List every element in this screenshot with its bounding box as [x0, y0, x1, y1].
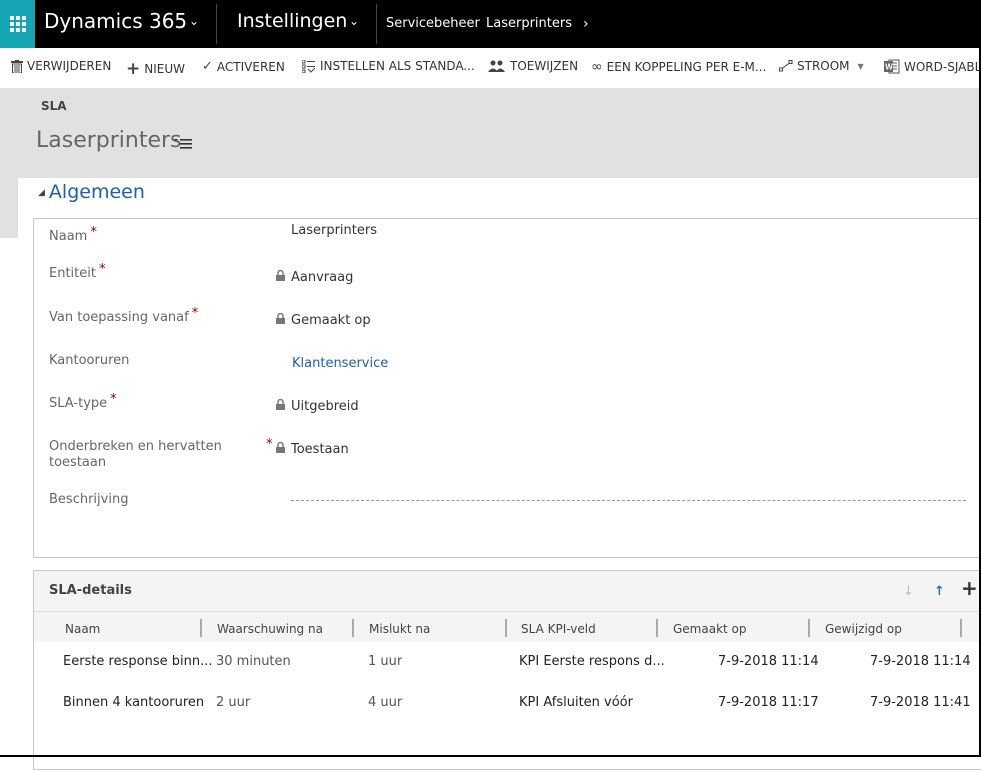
set-default-icon: [302, 59, 316, 73]
field-value-naam[interactable]: Laserprinters: [291, 223, 377, 238]
field-label-kantooruren: Kantooruren: [49, 353, 130, 368]
column-resize-handle[interactable]: [656, 619, 658, 637]
breadcrumb-laserprinters[interactable]: Laserprinters: [486, 16, 572, 31]
divider: [216, 4, 217, 44]
column-resize-handle[interactable]: [200, 619, 202, 637]
required-indicator: *: [110, 392, 117, 407]
checkmark-icon: ✓: [202, 59, 213, 74]
column-resize-handle[interactable]: [960, 619, 962, 637]
field-label-beschrijving: Beschrijving: [49, 492, 129, 507]
general-section: [33, 218, 981, 558]
cell-sla-kpi-veld: KPI Afsluiten vóór: [519, 695, 633, 710]
email-link-button[interactable]: ∞ EEN KOPPELING PER E-M...: [591, 59, 766, 75]
plus-icon: +: [126, 59, 141, 79]
required-indicator: *: [266, 437, 273, 452]
field-value-kantooruren-link[interactable]: Klantenservice: [292, 356, 388, 371]
top-navigation-bar: Dynamics 365 ⌄ Instellingen ⌄ Servicebeh…: [0, 0, 981, 48]
cell-sla-kpi-veld: KPI Eerste respons d...: [519, 654, 665, 669]
cell-gemaakt-op: 7-9-2018 11:14: [718, 654, 819, 669]
field-value-onderbreken-en-hervatten: Toestaan: [291, 442, 349, 457]
column-header-gemaakt-op[interactable]: Gemaakt op: [673, 622, 747, 636]
new-label: NIEUW: [144, 62, 185, 76]
field-value-van-toepassing-vanaf: Gemaakt op: [291, 313, 371, 328]
cell-waarschuwing-na: 2 uur: [216, 695, 251, 710]
field-label-onderbreken-en-hervatten: Onderbreken en hervatten toestaan: [49, 439, 222, 470]
cell-gemaakt-op: 7-9-2018 11:17: [718, 695, 819, 710]
cell-naam[interactable]: Eerste response binn...: [63, 654, 212, 669]
assign-button[interactable]: TOEWIJZEN: [488, 59, 578, 73]
collapse-triangle-icon: ◢: [38, 188, 45, 198]
cell-mislukt-na: 1 uur: [368, 654, 403, 669]
divider: [376, 4, 377, 44]
record-title: Laserprinters: [36, 128, 182, 153]
cell-mislukt-na: 4 uur: [368, 695, 403, 710]
add-record-plus-icon[interactable]: +: [961, 576, 978, 600]
move-up-arrow-icon[interactable]: ↑: [934, 584, 945, 599]
column-header-mislukt-na[interactable]: Mislukt na: [369, 622, 430, 636]
activate-button[interactable]: ✓ ACTIVEREN: [202, 59, 285, 74]
column-resize-handle[interactable]: [808, 619, 810, 637]
set-as-default-button[interactable]: INSTELLEN ALS STANDA...: [302, 59, 475, 73]
delete-button[interactable]: VERWIJDEREN: [11, 59, 111, 73]
word-templates-button[interactable]: W WORD-SJABLO: [884, 59, 981, 74]
cell-waarschuwing-na: 30 minuten: [216, 654, 291, 669]
flow-button[interactable]: STROOM ▼: [779, 59, 864, 73]
field-label-sla-type: SLA-type *: [49, 392, 117, 411]
link-icon: ∞: [591, 59, 603, 75]
required-indicator: *: [98, 262, 106, 277]
column-header-gewijzigd-op[interactable]: Gewijzigd op: [825, 622, 902, 636]
column-resize-handle[interactable]: [352, 619, 354, 637]
field-input-beschrijving[interactable]: [291, 500, 966, 501]
svg-text:W: W: [885, 63, 893, 72]
field-label-van-toepassing-vanaf: Van toepassing vanaf *: [49, 306, 199, 325]
flow-icon: [779, 60, 793, 72]
cell-naam[interactable]: Binnen 4 kantooruren: [63, 695, 204, 710]
lock-icon: [276, 442, 285, 453]
column-resize-handle[interactable]: [505, 619, 507, 637]
assign-icon: [488, 60, 505, 72]
waffle-icon: [9, 16, 26, 32]
left-strip: [0, 178, 18, 238]
dropdown-caret-icon: ▼: [857, 61, 864, 71]
chevron-right-icon[interactable]: ›: [583, 16, 589, 32]
form-selector-icon[interactable]: [174, 136, 192, 150]
activate-label: ACTIVEREN: [216, 59, 285, 74]
section-title: Algemeen: [48, 181, 145, 203]
subgrid-title: SLA-details: [49, 583, 132, 598]
word-templates-label: WORD-SJABLO: [904, 59, 981, 74]
trash-icon: [11, 59, 23, 73]
field-value-sla-type: Uitgebreid: [291, 399, 359, 414]
subgrid-header: [34, 571, 981, 612]
cell-gewijzigd-op: 7-9-2018 11:14: [870, 654, 971, 669]
email-link-label: EEN KOPPELING PER E-M...: [606, 60, 767, 74]
lock-icon: [276, 399, 285, 410]
new-button[interactable]: + NIEUW: [126, 59, 185, 79]
chevron-down-icon[interactable]: ⌄: [189, 14, 199, 28]
lock-icon: [276, 270, 285, 281]
field-label-entiteit: Entiteit *: [49, 262, 106, 281]
section-header-algemeen[interactable]: ◢ Algemeen: [38, 181, 145, 203]
set-as-default-label: INSTELLEN ALS STANDA...: [320, 59, 475, 73]
assign-label: TOEWIJZEN: [510, 59, 579, 73]
breadcrumb-servicebeheer[interactable]: Servicebeheer: [386, 16, 480, 31]
field-value-entiteit: Aanvraag: [291, 270, 354, 285]
entity-name: SLA: [41, 99, 67, 113]
cell-gewijzigd-op: 7-9-2018 11:41: [870, 695, 971, 710]
chevron-down-icon[interactable]: ⌄: [349, 14, 359, 28]
app-name[interactable]: Dynamics 365: [44, 9, 187, 33]
move-down-arrow-icon[interactable]: ↓: [903, 584, 914, 599]
column-header-sla-kpi-veld[interactable]: SLA KPI-veld: [521, 622, 596, 636]
required-indicator: *: [191, 306, 199, 321]
flow-label: STROOM: [797, 59, 850, 73]
area-selector[interactable]: Instellingen: [237, 10, 347, 32]
command-bar: VERWIJDEREN + NIEUW ✓ ACTIVEREN INSTELLE…: [0, 48, 981, 88]
lock-icon: [276, 313, 285, 324]
required-indicator: *: [90, 225, 97, 240]
column-header-waarschuwing-na[interactable]: Waarschuwing na: [217, 622, 323, 636]
delete-label: VERWIJDEREN: [27, 59, 112, 73]
app-launcher-button[interactable]: [0, 0, 35, 48]
word-icon: W: [884, 59, 900, 74]
field-label-naam: Naam *: [49, 225, 97, 244]
column-header-naam[interactable]: Naam: [65, 622, 100, 636]
